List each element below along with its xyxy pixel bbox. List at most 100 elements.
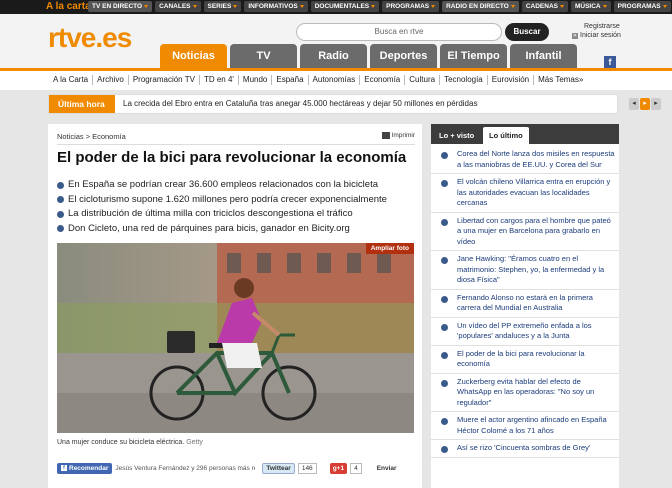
subnav-item[interactable]: España [272, 75, 309, 85]
chevron-down-icon [144, 5, 149, 8]
bullet-icon [441, 323, 448, 331]
subnav-item[interactable]: TD en 4' [200, 75, 239, 85]
bullet-icon [441, 152, 448, 159]
chevron-down-icon [431, 5, 436, 8]
summary-item: El cicloturismo supone 1.620 millones pe… [57, 193, 387, 208]
breaking-headline[interactable]: La crecida del Ebro entra en Cataluña tr… [123, 99, 477, 108]
subnav-item[interactable]: Programación TV [129, 75, 200, 85]
article-title: El poder de la bici para revolucionar la… [57, 149, 407, 166]
subnav-item[interactable]: Archivo [93, 75, 129, 85]
subnav-item[interactable]: Más Temas» [534, 75, 587, 85]
article: Noticias > Economía Imprimir El poder de l… [48, 124, 422, 488]
tweet-count: 146 [297, 462, 317, 474]
bullet-icon [57, 225, 64, 233]
subnav-item[interactable]: Mundo [239, 75, 273, 85]
rtve-logo[interactable]: rtve.es [48, 22, 132, 54]
send-button[interactable]: Enviar [377, 465, 397, 472]
tab-lo-ultimo[interactable]: Lo último [483, 127, 529, 144]
prev-icon[interactable]: ◂ [629, 98, 639, 110]
bullet-icon [441, 446, 448, 453]
chevron-down-icon [233, 5, 238, 8]
search-input[interactable]: Busca en rtve [296, 23, 502, 41]
bullet-icon [441, 218, 448, 226]
topnav-documentales[interactable]: DOCUMENTALES [310, 1, 380, 12]
summary-item: En España se podrían crear 36.600 empleo… [57, 178, 387, 193]
tab-radio[interactable]: Radio [300, 44, 367, 68]
topnav-tv-directo[interactable]: TV EN DIRECTO [88, 1, 153, 12]
close-icon: ✕ [572, 32, 578, 39]
search-button[interactable]: Buscar [505, 23, 549, 41]
subnav-item[interactable]: Eurovisión [488, 75, 535, 85]
gplus-button[interactable]: g+1 [329, 462, 348, 474]
printer-icon [381, 132, 390, 139]
tweet-button[interactable]: Twittear [262, 462, 295, 474]
tab-lo-mas-visto[interactable]: Lo + visto [433, 127, 480, 144]
cyclist-photo [57, 243, 414, 433]
list-item[interactable]: Zuckerberg evita hablar del efecto de Wh… [431, 374, 619, 412]
topnav-programas-radio[interactable]: PROGRAMAS [613, 1, 671, 12]
register-link[interactable]: Registrarse [584, 23, 620, 30]
alacarta-link[interactable]: A la carta [46, 1, 91, 12]
list-item[interactable]: Un vídeo del PP extremeño enfada a los '… [431, 318, 619, 346]
breadcrumb-noticias[interactable]: Noticias [57, 132, 84, 141]
bullet-icon [57, 181, 64, 189]
bullet-icon [441, 180, 448, 187]
subnav-item[interactable]: A la Carta [49, 75, 94, 85]
facebook-icon[interactable]: f [604, 56, 616, 68]
print-button[interactable]: Imprimir [381, 132, 415, 139]
breaking-label: Última hora [49, 95, 115, 113]
subnav-item[interactable]: Tecnología [440, 75, 488, 85]
most-read-sidebar: Lo + visto Lo último Corea del Norte lan… [431, 124, 619, 488]
list-item[interactable]: El volcán chileno Villarrica entra en er… [431, 174, 619, 213]
breaking-news-bar: Última hora La crecida del Ebro entra en… [48, 94, 661, 114]
tab-noticias[interactable]: Noticias [160, 44, 227, 68]
top-bar: A la carta TV EN DIRECTO CANALES SERIES … [0, 0, 672, 14]
topnav-informativos[interactable]: INFORMATIVOS [244, 1, 308, 12]
section-nav: A la Carta Archivo Programación TV TD en… [0, 68, 672, 90]
breadcrumb-economia[interactable]: Economía [92, 132, 126, 141]
tab-deportes[interactable]: Deportes [370, 44, 437, 68]
topnav-musica[interactable]: MÚSICA [570, 1, 611, 12]
chevron-down-icon [371, 5, 376, 8]
list-item[interactable]: Fernando Alonso no estará en la primera … [431, 290, 619, 318]
most-read-list: Corea del Norte lanza dos misiles en res… [431, 146, 619, 458]
chevron-down-icon [192, 5, 197, 8]
facebook-icon: f [61, 465, 67, 471]
topnav-radio-directo[interactable]: RADIO EN DIRECTO [442, 1, 519, 12]
bullet-icon [441, 351, 448, 359]
chevron-down-icon [662, 5, 667, 8]
recommend-count-text: Jesús Ventura Fernández y 296 personas m… [115, 464, 255, 472]
subnav-item[interactable]: Economía [360, 75, 406, 85]
divider [57, 144, 415, 145]
top-nav: TV EN DIRECTO CANALES SERIES INFORMATIVO… [88, 1, 671, 12]
list-item[interactable]: El poder de la bici para revolucionar la… [431, 346, 619, 374]
facebook-recommend-button[interactable]: f Recomendar [57, 462, 113, 474]
login-link[interactable]: ✕ Iniciar sesión [572, 32, 621, 39]
ticker-controls: ◂ ▸ ▸ [629, 98, 661, 110]
social-bar: f Recomendar Jesús Ventura Fernández y 29… [57, 460, 415, 476]
tab-infantil[interactable]: Infantil [510, 44, 577, 68]
topnav-series[interactable]: SERIES [203, 1, 242, 12]
play-icon[interactable]: ▸ [640, 98, 650, 110]
bullet-icon [57, 196, 64, 204]
list-item[interactable]: Muere el actor argentino afincado en Esp… [431, 412, 619, 440]
list-item[interactable]: Corea del Norte lanza dos misiles en res… [431, 146, 619, 174]
bullet-icon [441, 257, 448, 264]
gplus-count: 4 [350, 462, 362, 474]
subnav-item[interactable]: Cultura [405, 75, 441, 85]
summary-list: En España se podrían crear 36.600 empleo… [57, 178, 387, 236]
chevron-down-icon [559, 5, 564, 8]
topnav-cadenas[interactable]: CADENAS [521, 1, 568, 12]
article-photo[interactable]: Ampliar foto [57, 243, 414, 433]
breadcrumb: Noticias > Economía [57, 132, 126, 141]
tab-el-tiempo[interactable]: El Tiempo [440, 44, 507, 68]
tab-tv[interactable]: TV [230, 44, 297, 68]
zoom-photo-button[interactable]: Ampliar foto [365, 243, 414, 254]
list-item[interactable]: Así se rizo 'Cincuenta sombras de Grey' [431, 440, 619, 458]
next-icon[interactable]: ▸ [651, 98, 661, 110]
list-item[interactable]: Jane Hawking: "Éramos cuatro en el matri… [431, 251, 619, 290]
topnav-programas-tv[interactable]: PROGRAMAS [382, 1, 440, 12]
subnav-item[interactable]: Autonomías [309, 75, 361, 85]
list-item[interactable]: Libertad con cargos para el hombre que p… [431, 213, 619, 251]
topnav-canales[interactable]: CANALES [155, 1, 201, 12]
